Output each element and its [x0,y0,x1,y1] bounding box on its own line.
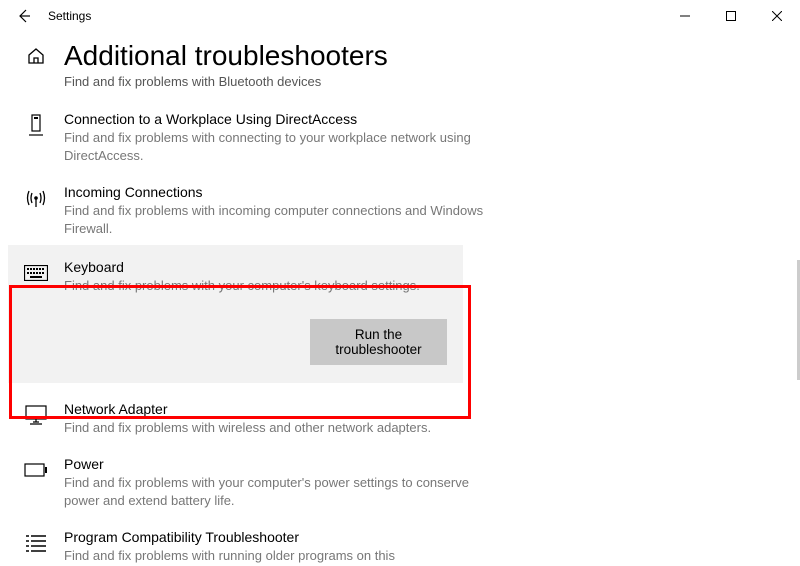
item-title: Power [64,456,776,472]
troubleshooter-item-directaccess[interactable]: Connection to a Workplace Using DirectAc… [24,99,776,172]
item-title: Incoming Connections [64,184,776,200]
close-button[interactable] [754,0,800,32]
minimize-button[interactable] [662,0,708,32]
monitor-icon [24,403,48,427]
item-title: Program Compatibility Troubleshooter [64,529,776,545]
item-description: Find and fix problems with wireless and … [64,419,484,437]
home-icon[interactable] [24,44,48,68]
item-description: Find and fix problems with your computer… [64,277,447,295]
item-title: Network Adapter [64,401,776,417]
troubleshooter-item-network[interactable]: Network Adapter Find and fix problems wi… [24,389,776,445]
run-troubleshooter-button[interactable]: Run the troubleshooter [310,319,447,365]
troubleshooter-item-incoming[interactable]: Incoming Connections Find and fix proble… [24,172,776,245]
computer-icon [24,113,48,137]
item-description: Find and fix problems with running older… [64,547,484,565]
antenna-icon [24,186,48,210]
battery-icon [24,458,48,482]
item-description: Find and fix problems with connecting to… [64,129,484,164]
troubleshooter-item-compat[interactable]: Program Compatibility Troubleshooter Fin… [24,517,776,566]
maximize-button[interactable] [708,0,754,32]
window-title: Settings [48,9,91,23]
orphan-description: Find and fix problems with Bluetooth dev… [64,74,776,89]
item-description: Find and fix problems with your computer… [64,474,484,509]
page-title: Additional troubleshooters [64,40,388,72]
back-button[interactable] [8,0,40,32]
list-icon [24,531,48,555]
item-title: Connection to a Workplace Using DirectAc… [64,111,776,127]
troubleshooter-item-power[interactable]: Power Find and fix problems with your co… [24,444,776,517]
keyboard-icon [24,261,48,285]
troubleshooter-item-keyboard-selected[interactable]: Keyboard Find and fix problems with your… [8,245,463,383]
item-title: Keyboard [64,259,447,275]
item-description: Find and fix problems with incoming comp… [64,202,484,237]
